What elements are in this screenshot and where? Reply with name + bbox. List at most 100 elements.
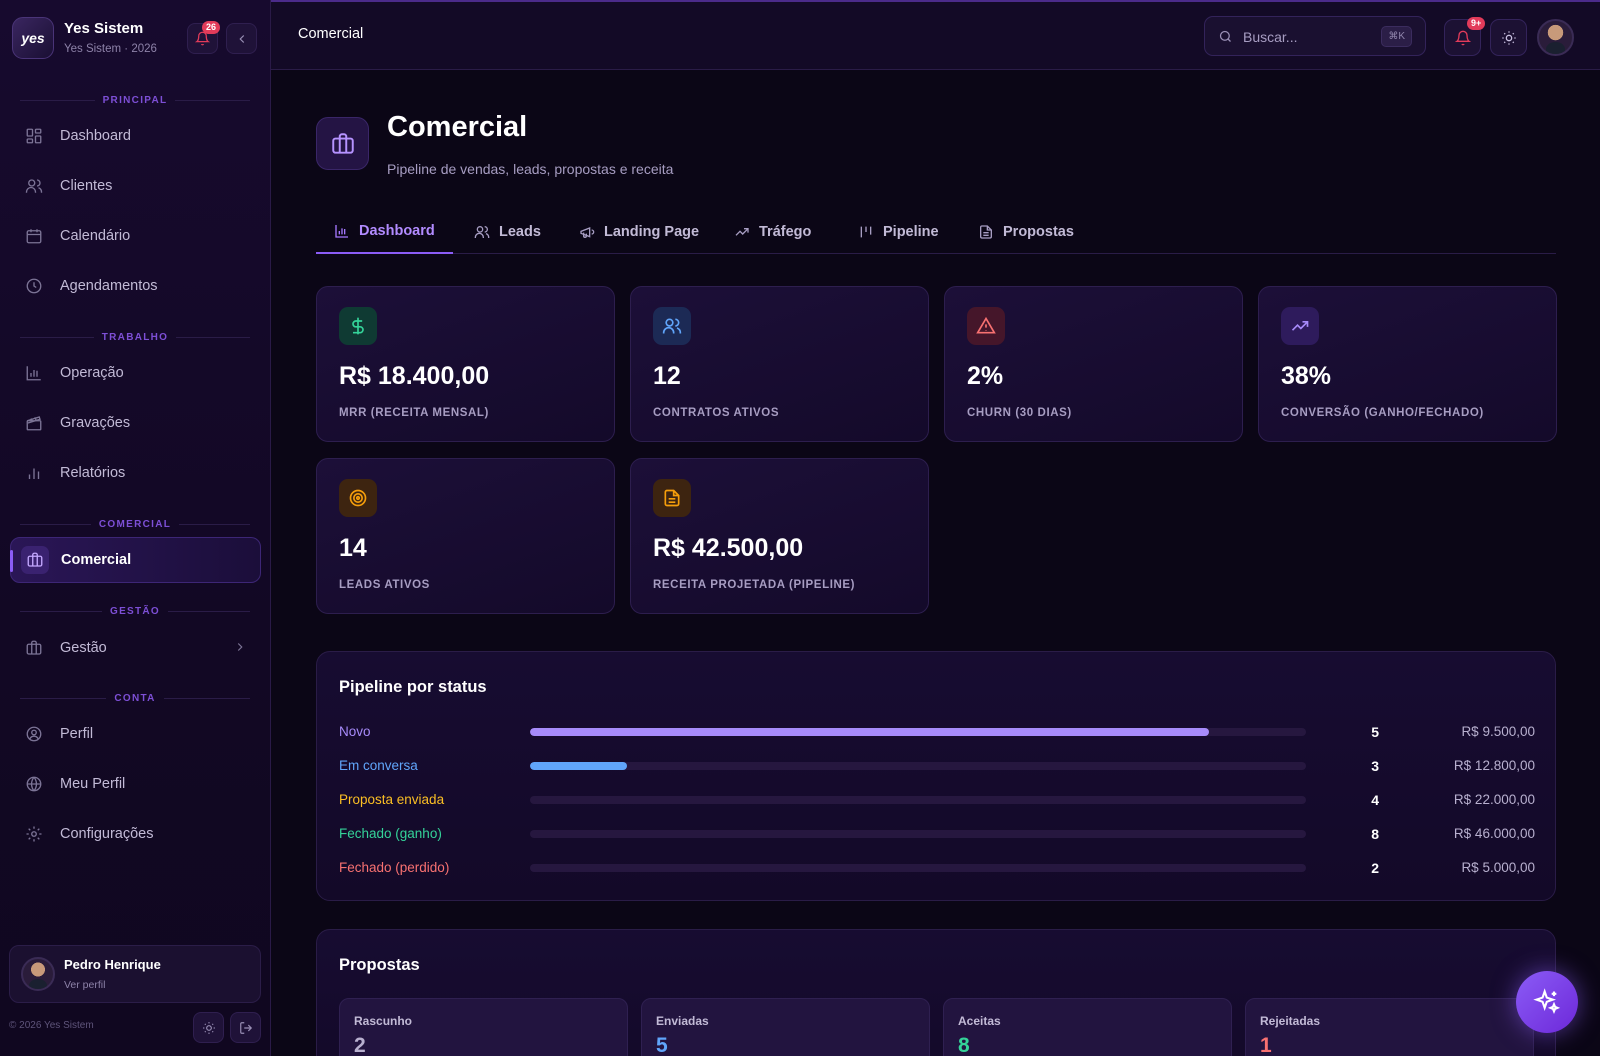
pipeline-status-label: Novo — [339, 724, 371, 739]
gear-icon — [26, 826, 42, 842]
propostas-panel: Propostas Rascunho 2 Enviadas 5 Aceitas … — [316, 929, 1556, 1056]
kpi-label: CONVERSÃO (GANHO/FECHADO) — [1281, 407, 1484, 419]
page-title: Comercial — [387, 111, 528, 143]
kpi-value: R$ 42.500,00 — [653, 534, 804, 562]
ai-assistant-button[interactable] — [1516, 971, 1578, 1033]
target-icon — [349, 489, 367, 507]
sidebar-item-label: Operação — [60, 365, 124, 381]
users-icon — [474, 226, 490, 238]
kpi-icon-box — [967, 307, 1005, 345]
kpi-label: LEADS ATIVOS — [339, 579, 430, 591]
sidebar-item-label: Calendário — [60, 228, 131, 244]
kpi-card-conversao: 38% CONVERSÃO (GANHO/FECHADO) — [1258, 286, 1557, 442]
sidebar-item-label: Agendamentos — [60, 278, 158, 294]
pipeline-progress-fill — [530, 762, 627, 770]
bar-chart-icon — [26, 366, 41, 381]
sidebar-item-label: Clientes — [60, 178, 113, 194]
sidebar-item-comercial[interactable]: Comercial — [10, 537, 261, 583]
tab-pipeline[interactable]: Pipeline — [840, 210, 957, 254]
kpi-icon-box — [339, 479, 377, 517]
search-icon — [1219, 30, 1231, 42]
propostas-card-aceitas[interactable]: Aceitas 8 — [943, 998, 1232, 1056]
chart-columns-icon — [28, 468, 40, 479]
propostas-card-label: Enviadas — [656, 1014, 709, 1028]
tab-leads[interactable]: Leads — [456, 210, 559, 254]
topbar: Comercial ⌘K 9+ — [271, 0, 1600, 70]
avatar — [21, 957, 55, 991]
sidebar-item-label: Dashboard — [60, 128, 131, 144]
pipeline-amount: R$ 22.000,00 — [1453, 792, 1535, 807]
sidebar-item-gravacoes[interactable]: Gravações — [10, 400, 261, 446]
pipeline-status-label: Em conversa — [339, 758, 418, 773]
sidebar-item-dashboard[interactable]: Dashboard — [10, 113, 261, 159]
tab-propostas[interactable]: Propostas — [960, 210, 1092, 254]
brand[interactable]: yes Yes Sistem Yes Sistem · 2026 — [12, 17, 262, 61]
search-input[interactable] — [1243, 27, 1373, 47]
sidebar-notifications-button[interactable]: 26 — [187, 21, 221, 54]
kpi-value: 2% — [967, 362, 1004, 390]
section-principal: PRINCIPAL — [20, 93, 250, 107]
copyright: © 2026 Yes Sistem — [9, 1020, 94, 1031]
calendar-icon — [26, 229, 42, 244]
propostas-card-label: Rascunho — [354, 1014, 413, 1028]
bell-icon — [1454, 30, 1471, 45]
sidebar-item-label: Relatórios — [60, 465, 126, 481]
tab-landing-page[interactable]: Landing Page — [561, 210, 717, 254]
section-conta: CONTA — [20, 691, 250, 705]
pipeline-status-label: Fechado (ganho) — [339, 826, 442, 841]
kpi-label: RECEITA PROJETADA (PIPELINE) — [653, 579, 856, 591]
tab-label: Leads — [499, 224, 541, 240]
topbar-title: Comercial — [298, 26, 364, 42]
sidebar-item-agendamentos[interactable]: Agendamentos — [10, 263, 261, 309]
clock-icon — [26, 278, 42, 294]
sun-icon — [202, 1021, 215, 1034]
globe-icon — [26, 776, 42, 792]
sidebar-item-calendario[interactable]: Calendário — [10, 213, 261, 259]
pipeline-count: 4 — [1371, 792, 1379, 808]
sidebar-item-icon-wrap — [21, 546, 49, 574]
pipeline-count: 8 — [1371, 826, 1379, 842]
alert-triangle-icon — [976, 316, 996, 334]
logout-button[interactable] — [230, 1012, 261, 1043]
search-box[interactable]: ⌘K — [1204, 16, 1426, 56]
tab-dashboard[interactable]: Dashboard — [316, 210, 453, 254]
pipeline-progress-track — [530, 728, 1306, 736]
sidebar-item-label: Perfil — [60, 726, 94, 742]
topbar-notifications-button[interactable]: 9+ — [1444, 17, 1486, 56]
propostas-card-rascunho[interactable]: Rascunho 2 — [339, 998, 628, 1056]
view-profile-link[interactable]: Ver perfil — [64, 979, 105, 991]
kpi-value: 14 — [339, 534, 367, 562]
propostas-title: Propostas — [339, 956, 420, 974]
sidebar-item-perfil[interactable]: Perfil — [10, 711, 261, 757]
sidebar-item-clientes[interactable]: Clientes — [10, 163, 261, 209]
pipeline-row: Proposta enviada 4 R$ 22.000,00 — [339, 790, 1535, 810]
clapperboard-icon — [26, 416, 42, 431]
pipeline-panel: Pipeline por status Novo 5 R$ 9.500,00 Em c… — [316, 651, 1556, 901]
topbar-theme-button[interactable] — [1490, 19, 1527, 56]
collapse-sidebar-button[interactable] — [226, 23, 257, 54]
topbar-avatar[interactable] — [1537, 19, 1574, 56]
pipeline-progress-track — [530, 830, 1306, 838]
user-card[interactable]: Pedro Henrique Ver perfil — [9, 945, 261, 1003]
document-icon — [664, 489, 680, 507]
kpi-icon-box — [339, 307, 377, 345]
pipeline-count: 3 — [1371, 758, 1379, 774]
chevron-left-icon — [238, 34, 244, 43]
sidebar-item-meu-perfil[interactable]: Meu Perfil — [10, 761, 261, 807]
pipeline-count: 5 — [1371, 724, 1379, 740]
page-icon — [316, 117, 369, 170]
pipeline-row: Fechado (perdido) 2 R$ 5.000,00 — [339, 858, 1535, 878]
propostas-card-enviadas[interactable]: Enviadas 5 — [641, 998, 930, 1056]
kpi-icon-box — [1281, 307, 1319, 345]
pipeline-row: Fechado (ganho) 8 R$ 46.000,00 — [339, 824, 1535, 844]
sidebar-item-configuracoes[interactable]: Configurações — [10, 811, 261, 857]
sidebar-item-operacao[interactable]: Operação — [10, 350, 261, 396]
theme-toggle-button[interactable] — [193, 1012, 224, 1043]
sidebar-item-gestao[interactable]: Gestão — [10, 625, 261, 671]
dollar-icon — [352, 317, 364, 335]
tab-label: Tráfego — [759, 224, 812, 240]
page-subtitle: Pipeline de vendas, leads, propostas e r… — [387, 161, 674, 177]
tab-trafego[interactable]: Tráfego — [716, 210, 829, 254]
propostas-card-rejeitadas[interactable]: Rejeitadas 1 — [1245, 998, 1534, 1056]
sidebar-item-relatorios[interactable]: Relatórios — [10, 450, 261, 496]
